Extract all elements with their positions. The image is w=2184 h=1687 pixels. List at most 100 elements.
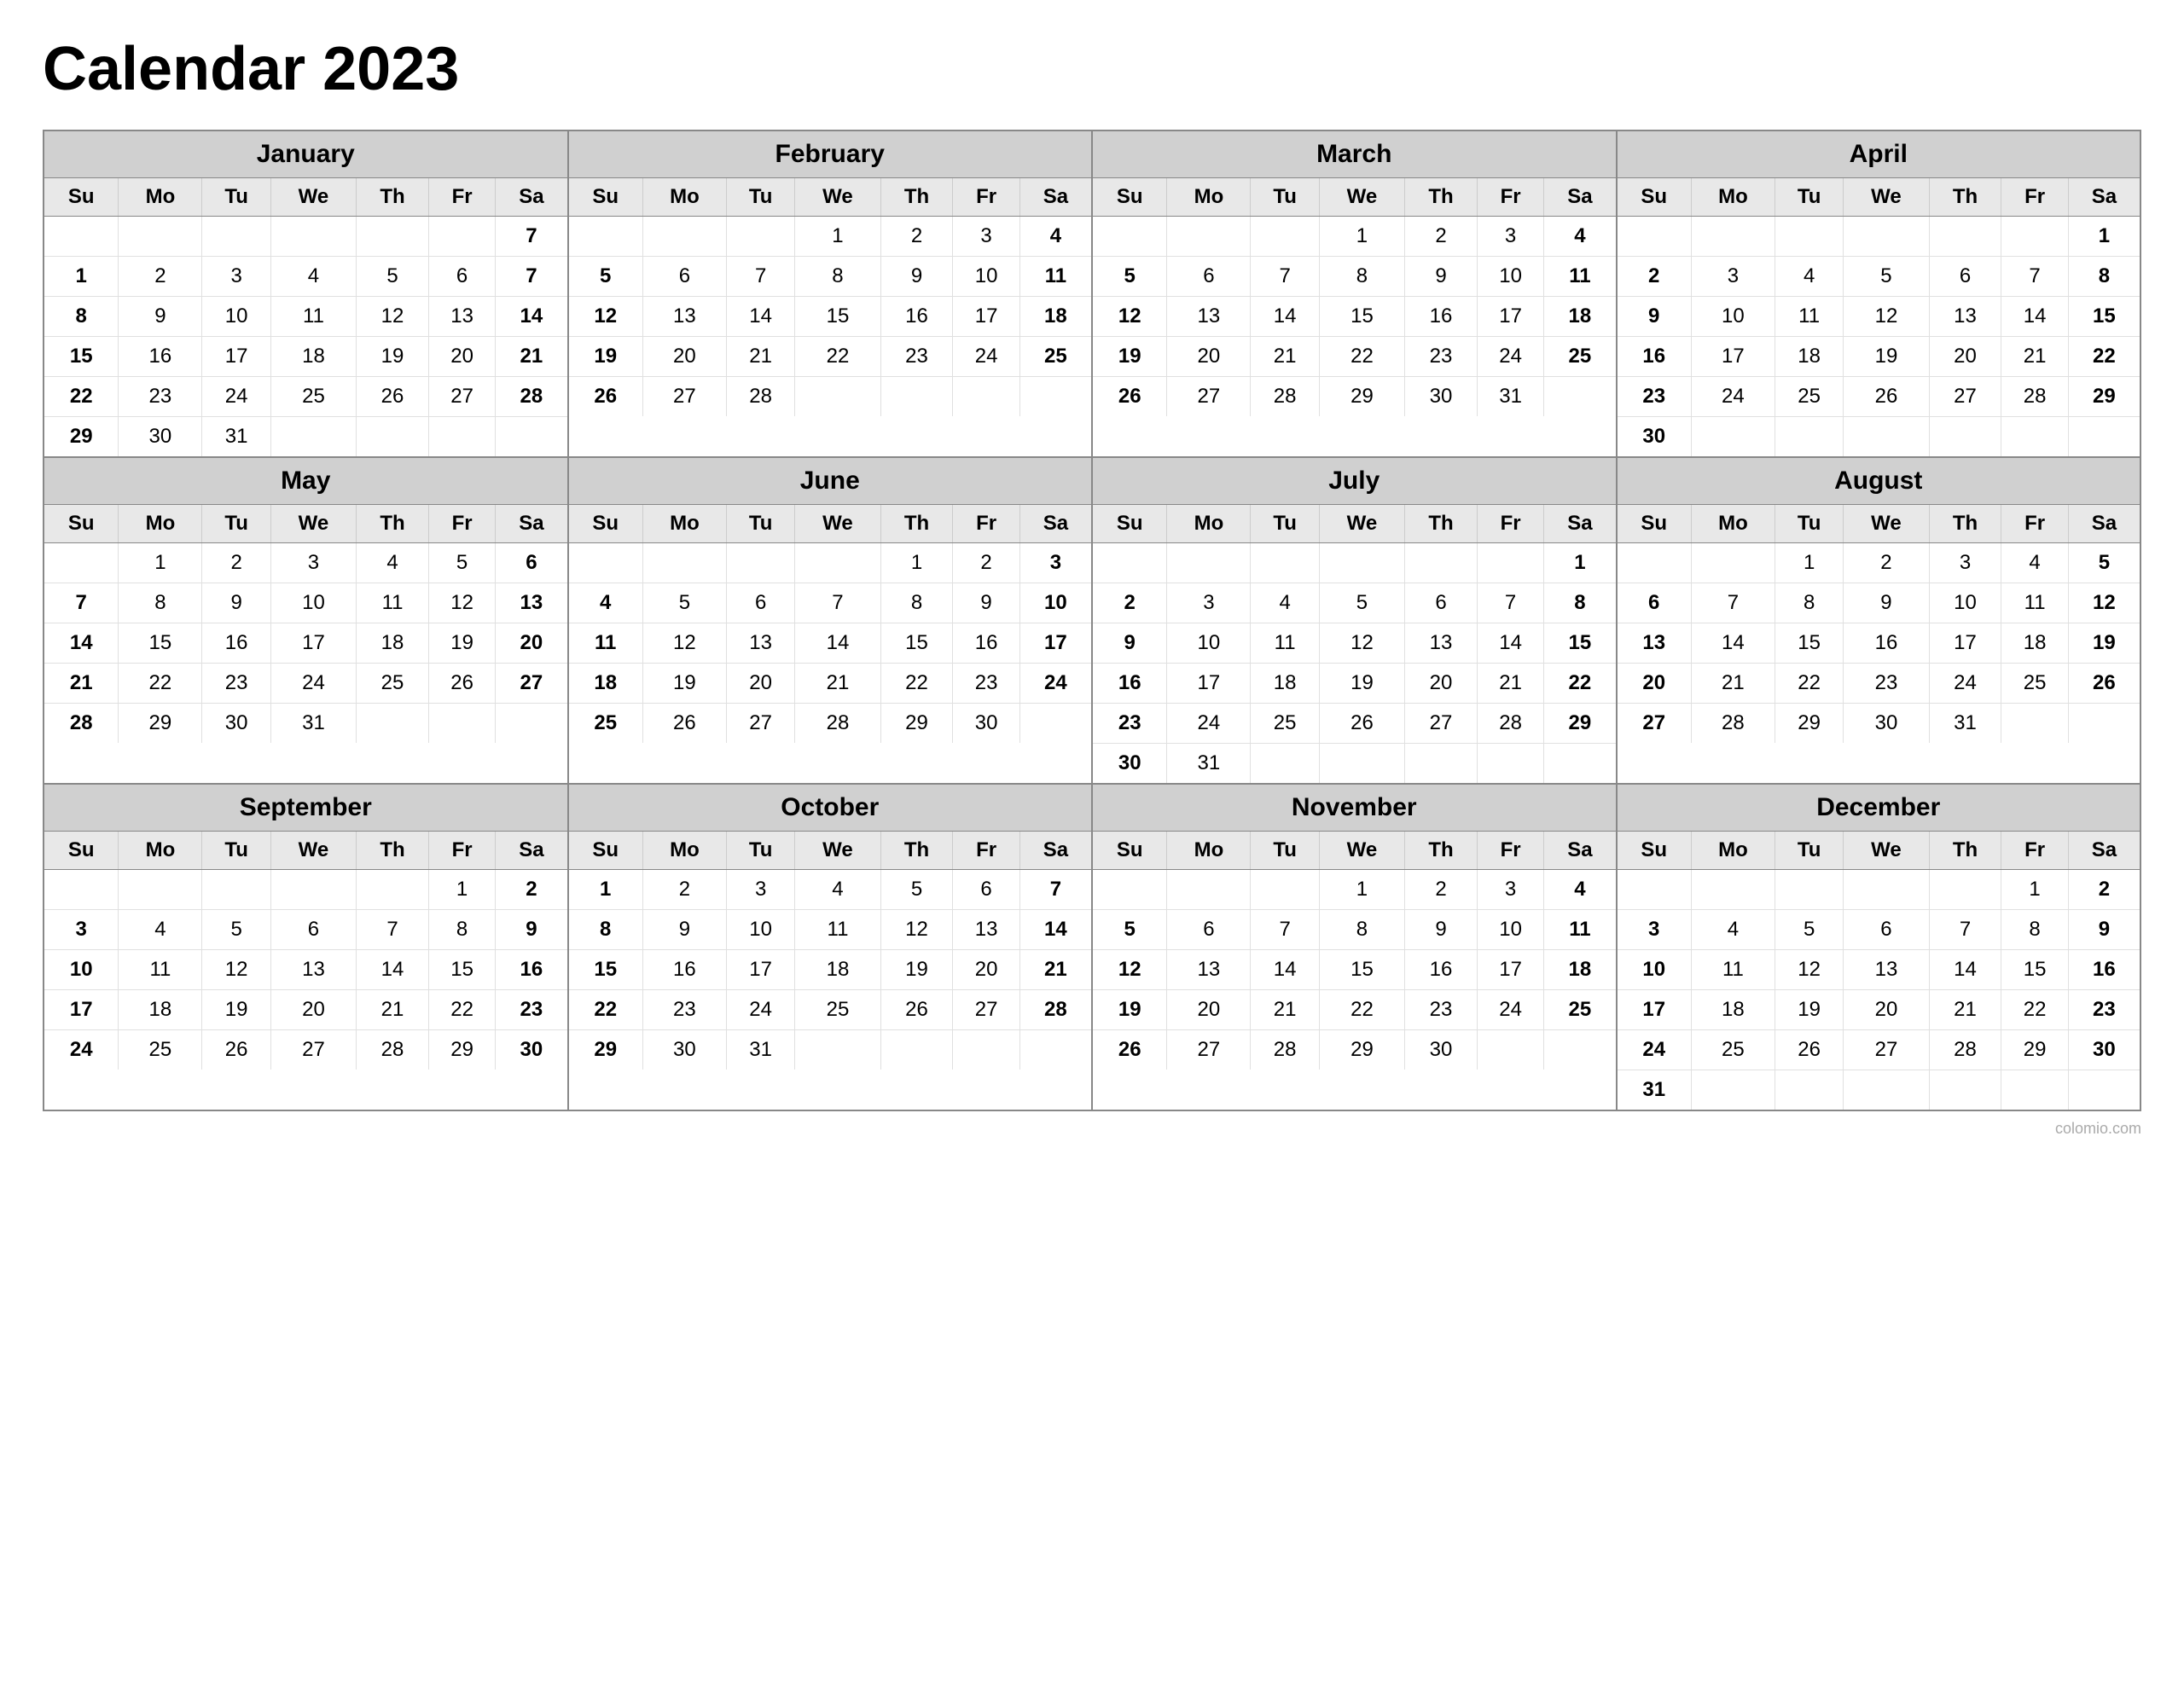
calendar-day: 20 <box>726 664 794 704</box>
weekday-header: Tu <box>1251 505 1319 543</box>
calendar-day: 4 <box>357 543 429 583</box>
calendar-day: 26 <box>642 704 726 744</box>
calendar-day: 24 <box>1929 664 2001 704</box>
weekday-header: Tu <box>202 505 270 543</box>
calendar-day: 12 <box>569 297 643 337</box>
calendar-day: 13 <box>642 297 726 337</box>
calendar-day: 1 <box>2068 217 2140 257</box>
calendar-day: 16 <box>1405 950 1478 990</box>
calendar-day: 5 <box>880 870 953 910</box>
calendar-day <box>1019 1030 1091 1070</box>
calendar-day: 1 <box>428 870 495 910</box>
calendar-day: 21 <box>1251 337 1319 377</box>
month-table-march: SuMoTuWeThFrSa12345678910111213141516171… <box>1093 178 1616 416</box>
calendar-day: 17 <box>270 623 356 664</box>
calendar-day: 5 <box>1319 583 1404 623</box>
weekday-header: Tu <box>202 178 270 217</box>
calendar-day: 30 <box>953 704 1019 744</box>
calendar-day: 9 <box>1405 910 1478 950</box>
calendar-day <box>2001 1070 2068 1110</box>
calendar-day: 20 <box>1167 337 1251 377</box>
calendar-day: 29 <box>1319 377 1404 417</box>
weekday-header: Mo <box>1691 832 1774 870</box>
calendar-day: 25 <box>1544 337 1616 377</box>
calendar-day <box>2001 217 2068 257</box>
calendar-day: 4 <box>1774 257 1843 297</box>
weekday-header: Th <box>880 505 953 543</box>
calendar-day: 1 <box>880 543 953 583</box>
calendar-day: 22 <box>880 664 953 704</box>
calendar-day: 17 <box>726 950 794 990</box>
calendar-day: 17 <box>202 337 270 377</box>
calendar-day <box>795 1030 880 1070</box>
watermark: colomio.com <box>43 1120 2141 1138</box>
calendar-day: 20 <box>1929 337 2001 377</box>
calendar-day: 17 <box>1618 990 1692 1030</box>
calendar-day: 3 <box>44 910 119 950</box>
calendar-day: 23 <box>1405 990 1478 1030</box>
calendar-day: 20 <box>496 623 567 664</box>
calendar-day: 11 <box>569 623 643 664</box>
weekday-header: Su <box>1093 505 1167 543</box>
weekday-header: Tu <box>1251 178 1319 217</box>
calendar-day: 15 <box>119 623 202 664</box>
calendar-day: 2 <box>880 217 953 257</box>
calendar-day <box>1929 217 2001 257</box>
calendar-day: 1 <box>44 257 119 297</box>
calendar-day <box>1405 543 1478 583</box>
calendar-day: 24 <box>202 377 270 417</box>
weekday-header: Fr <box>2001 832 2068 870</box>
calendar-day: 11 <box>1691 950 1774 990</box>
calendar-day: 12 <box>428 583 495 623</box>
calendar-day: 2 <box>202 543 270 583</box>
calendar-day: 12 <box>357 297 429 337</box>
calendar-day: 22 <box>2001 990 2068 1030</box>
calendar-day <box>2001 417 2068 457</box>
calendar-day: 3 <box>1929 543 2001 583</box>
calendar-day: 25 <box>1774 377 1843 417</box>
calendar-day: 16 <box>1405 297 1478 337</box>
calendar-day: 13 <box>1167 950 1251 990</box>
month-august: AugustSuMoTuWeThFrSa12345678910111213141… <box>1618 458 2142 785</box>
calendar-day: 6 <box>1167 257 1251 297</box>
calendar-day: 21 <box>2001 337 2068 377</box>
month-header-july: July <box>1093 458 1616 505</box>
calendar-day: 20 <box>1167 990 1251 1030</box>
calendar-day <box>880 1030 953 1070</box>
calendar-day: 2 <box>2068 870 2140 910</box>
weekday-header: Su <box>569 505 643 543</box>
calendar-day: 29 <box>569 1030 643 1070</box>
calendar-day: 31 <box>202 417 270 457</box>
calendar-day: 25 <box>1544 990 1616 1030</box>
weekday-header: Fr <box>428 832 495 870</box>
calendar-day <box>1093 217 1167 257</box>
calendar-day: 10 <box>1167 623 1251 664</box>
calendar-day: 28 <box>2001 377 2068 417</box>
calendar-day: 7 <box>496 257 567 297</box>
calendar-day: 21 <box>496 337 567 377</box>
calendar-day: 24 <box>1019 664 1091 704</box>
weekday-header: We <box>1844 178 1929 217</box>
calendar-day: 4 <box>569 583 643 623</box>
calendar-day: 13 <box>1618 623 1692 664</box>
calendar-day: 1 <box>569 870 643 910</box>
calendar-day: 5 <box>1093 910 1167 950</box>
calendar-day <box>44 870 119 910</box>
calendar-day: 21 <box>1929 990 2001 1030</box>
calendar-day <box>795 543 880 583</box>
calendar-day: 29 <box>2001 1030 2068 1070</box>
month-march: MarchSuMoTuWeThFrSa123456789101112131415… <box>1093 131 1618 458</box>
calendar-day: 3 <box>270 543 356 583</box>
weekday-header: Su <box>1618 505 1692 543</box>
calendar-day: 9 <box>2068 910 2140 950</box>
calendar-day: 9 <box>202 583 270 623</box>
calendar-day: 12 <box>1093 950 1167 990</box>
calendar-day: 10 <box>270 583 356 623</box>
month-header-february: February <box>569 131 1092 178</box>
calendar-day: 11 <box>1774 297 1843 337</box>
calendar-day: 22 <box>1774 664 1843 704</box>
calendar-day <box>2068 704 2140 744</box>
calendar-day: 10 <box>726 910 794 950</box>
weekday-header: Mo <box>119 505 202 543</box>
calendar-day: 25 <box>119 1030 202 1070</box>
